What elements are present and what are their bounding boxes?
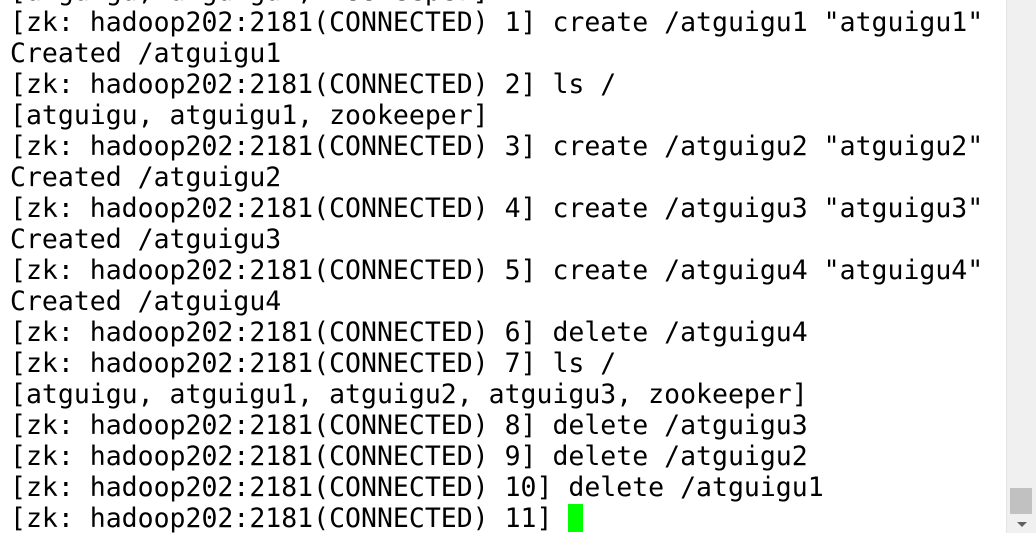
terminal-line: Created /atguigu4 [10, 286, 282, 317]
terminal-line: [zk: hadoop202:2181(CONNECTED) 5] create… [10, 255, 984, 286]
terminal-line: [zk: hadoop202:2181(CONNECTED) 3] create… [10, 131, 984, 162]
terminal-line: Created /atguigu3 [10, 224, 282, 255]
terminal-line: [zk: hadoop202:2181(CONNECTED) 2] ls / [10, 69, 617, 100]
terminal-line: [zk: hadoop202:2181(CONNECTED) 7] ls / [10, 348, 617, 379]
terminal-line: Created /atguigu1 [10, 38, 282, 69]
text-cursor [568, 504, 584, 532]
terminal-line: [zk: hadoop202:2181(CONNECTED) 1] create… [10, 7, 984, 38]
terminal-line: [zk: hadoop202:2181(CONNECTED) 10] delet… [10, 472, 824, 503]
vertical-scrollbar[interactable] [1006, 0, 1036, 533]
terminal-prompt: [zk: hadoop202:2181(CONNECTED) 11] [10, 503, 569, 533]
terminal-line: [zk: hadoop202:2181(CONNECTED) 9] delete… [10, 441, 808, 472]
terminal-line: [atguigu, atguigu1, atguigu2, atguigu3, … [10, 379, 808, 410]
scroll-down-arrow-icon[interactable] [1007, 516, 1036, 533]
terminal-line: [zk: hadoop202:2181(CONNECTED) 6] delete… [10, 317, 808, 348]
terminal-line: Created /atguigu2 [10, 162, 282, 193]
terminal-line: [zk: hadoop202:2181(CONNECTED) 4] create… [10, 193, 984, 224]
terminal-line: [atguigu, atguigu1, zookeeper] [10, 100, 489, 131]
scrollbar-thumb[interactable] [1010, 488, 1032, 514]
terminal-prompt-line[interactable]: [zk: hadoop202:2181(CONNECTED) 11] [10, 503, 983, 533]
terminal-line: [zk: hadoop202:2181(CONNECTED) 8] delete… [10, 410, 808, 441]
terminal-window[interactable]: [atguigu, atguigu1, zookeeper][zk: hadoo… [0, 0, 1006, 533]
terminal-output: [atguigu, atguigu1, zookeeper][zk: hadoo… [10, 0, 983, 533]
terminal-line: [atguigu, atguigu1, zookeeper] [10, 0, 983, 7]
